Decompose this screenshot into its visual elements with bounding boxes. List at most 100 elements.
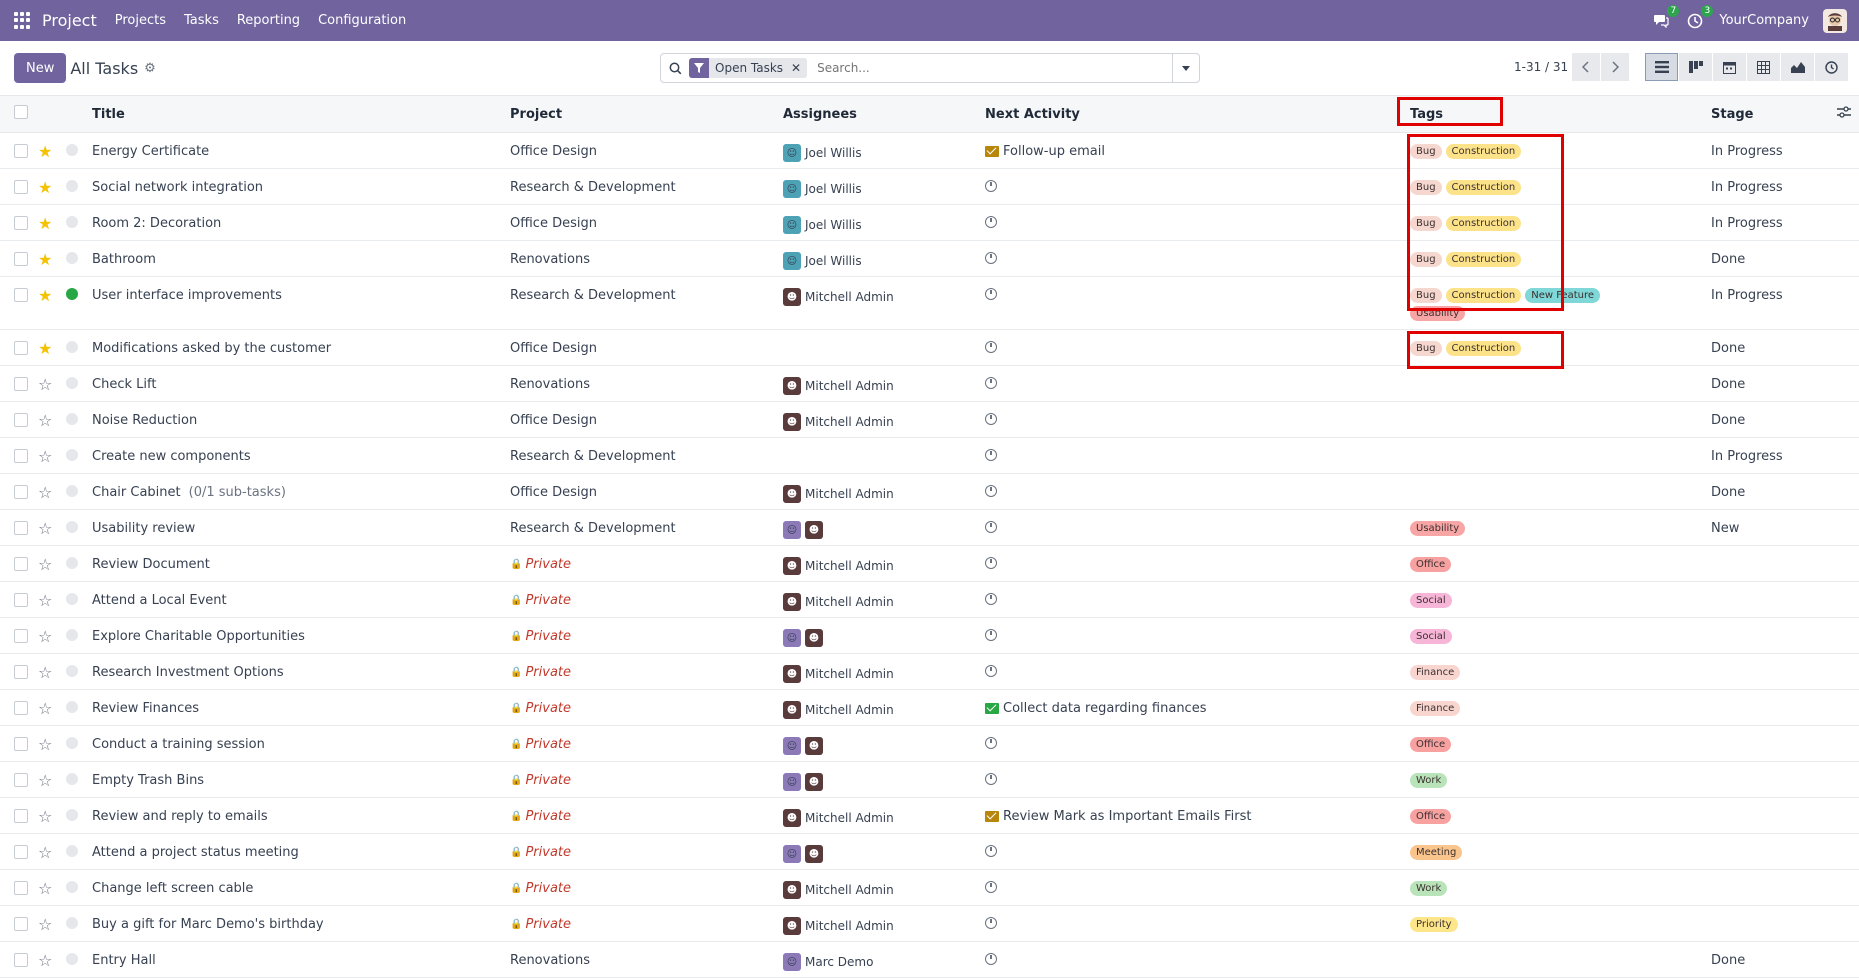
table-row[interactable]: ☆ Usability review Research & Developmen… bbox=[0, 510, 1859, 546]
activity-clock-icon[interactable] bbox=[985, 216, 997, 228]
task-title[interactable]: Room 2: Decoration bbox=[92, 216, 221, 231]
assignee-name[interactable]: Joel Willis bbox=[805, 182, 862, 196]
activity-clock-icon[interactable] bbox=[985, 845, 997, 857]
assignee-avatar[interactable]: ☻ bbox=[805, 521, 823, 539]
activity-clock-icon[interactable] bbox=[985, 288, 997, 300]
star-filled-icon[interactable]: ★ bbox=[38, 178, 52, 197]
project-name[interactable]: Research & Development bbox=[510, 449, 676, 464]
row-checkbox[interactable] bbox=[14, 773, 28, 787]
star-outline-icon[interactable]: ☆ bbox=[38, 951, 52, 970]
table-row[interactable]: ☆ Change left screen cable 🔒 Private ☻ Mit… bbox=[0, 870, 1859, 906]
task-title[interactable]: Modifications asked by the customer bbox=[92, 341, 331, 356]
star-outline-icon[interactable]: ☆ bbox=[38, 555, 52, 574]
table-row[interactable]: ☆ Explore Charitable Opportunities 🔒 Priv… bbox=[0, 618, 1859, 654]
assignee-name[interactable]: Joel Willis bbox=[805, 218, 862, 232]
assignee-name[interactable]: Mitchell Admin bbox=[805, 919, 894, 933]
kanban-view-button[interactable] bbox=[1679, 53, 1713, 81]
assignee-avatar[interactable]: ☺ bbox=[783, 180, 801, 198]
row-checkbox[interactable] bbox=[14, 629, 28, 643]
assignee-name[interactable]: Mitchell Admin bbox=[805, 811, 894, 825]
row-checkbox[interactable] bbox=[14, 144, 28, 158]
star-outline-icon[interactable]: ☆ bbox=[38, 627, 52, 646]
status-dot-icon[interactable] bbox=[66, 881, 78, 893]
activity-clock-icon[interactable] bbox=[985, 953, 997, 965]
assignee-name[interactable]: Mitchell Admin bbox=[805, 415, 894, 429]
star-outline-icon[interactable]: ☆ bbox=[38, 807, 52, 826]
row-checkbox[interactable] bbox=[14, 449, 28, 463]
new-button[interactable]: New bbox=[14, 53, 67, 83]
assignee-avatar[interactable]: ☻ bbox=[783, 593, 801, 611]
activity-clock-icon[interactable] bbox=[985, 449, 997, 461]
activity-clock-icon[interactable] bbox=[985, 377, 997, 389]
status-dot-icon[interactable] bbox=[66, 701, 78, 713]
star-outline-icon[interactable]: ☆ bbox=[38, 447, 52, 466]
table-row[interactable]: ☆ Create new components Research & Devel… bbox=[0, 438, 1859, 474]
activity-clock-icon[interactable] bbox=[985, 252, 997, 264]
pager-previous-button[interactable] bbox=[1572, 53, 1601, 81]
star-outline-icon[interactable]: ☆ bbox=[38, 879, 52, 898]
activity-clock-icon[interactable] bbox=[985, 917, 997, 929]
project-name[interactable]: Research & Development bbox=[510, 521, 676, 536]
star-outline-icon[interactable]: ☆ bbox=[38, 735, 52, 754]
status-dot-icon[interactable] bbox=[66, 593, 78, 605]
row-checkbox[interactable] bbox=[14, 557, 28, 571]
assignee-avatar[interactable]: ☻ bbox=[783, 377, 801, 395]
assignee-name[interactable]: Mitchell Admin bbox=[805, 703, 894, 717]
calendar-view-button[interactable] bbox=[1713, 53, 1747, 81]
stage-value[interactable]: Done bbox=[1711, 341, 1745, 356]
activity-summary[interactable]: Review Mark as Important Emails First bbox=[1003, 809, 1252, 824]
activity-clock-icon[interactable] bbox=[985, 773, 997, 785]
assignee-avatar[interactable]: ☺ bbox=[783, 737, 801, 755]
assignee-avatar[interactable]: ☻ bbox=[783, 809, 801, 827]
table-row[interactable]: ☆ Chair Cabinet (0/1 sub-tasks) Office De… bbox=[0, 474, 1859, 510]
star-outline-icon[interactable]: ☆ bbox=[38, 375, 52, 394]
status-dot-icon[interactable] bbox=[66, 953, 78, 965]
activity-email-icon[interactable] bbox=[985, 703, 999, 714]
graph-view-button[interactable] bbox=[1781, 53, 1815, 81]
star-filled-icon[interactable]: ★ bbox=[38, 214, 52, 233]
assignee-avatar[interactable]: ☺ bbox=[783, 521, 801, 539]
list-view-button[interactable] bbox=[1645, 53, 1679, 81]
star-outline-icon[interactable]: ☆ bbox=[38, 699, 52, 718]
select-all-checkbox[interactable] bbox=[14, 105, 28, 119]
status-dot-icon[interactable] bbox=[66, 737, 78, 749]
row-checkbox[interactable] bbox=[14, 809, 28, 823]
optional-columns-icon[interactable] bbox=[1837, 106, 1851, 122]
project-name[interactable]: Renovations bbox=[510, 252, 590, 267]
task-title[interactable]: Review and reply to emails bbox=[92, 809, 268, 824]
status-dot-icon[interactable] bbox=[66, 845, 78, 857]
table-row[interactable]: ☆ Attend a project status meeting 🔒 Priva… bbox=[0, 834, 1859, 870]
activity-clock-icon[interactable] bbox=[985, 341, 997, 353]
activity-view-button[interactable] bbox=[1815, 53, 1849, 81]
search-options-toggle[interactable] bbox=[1172, 54, 1199, 82]
table-row[interactable]: ☆ Noise Reduction Office Design ☻ Mitchel… bbox=[0, 402, 1859, 438]
task-title[interactable]: Entry Hall bbox=[92, 953, 156, 968]
assignee-avatar[interactable]: ☻ bbox=[783, 485, 801, 503]
row-checkbox[interactable] bbox=[14, 917, 28, 931]
task-title[interactable]: Review Document bbox=[92, 557, 210, 572]
row-checkbox[interactable] bbox=[14, 180, 28, 194]
row-checkbox[interactable] bbox=[14, 881, 28, 895]
activity-clock-icon[interactable] bbox=[985, 180, 997, 192]
task-title[interactable]: Buy a gift for Marc Demo's birthday bbox=[92, 917, 324, 932]
project-name[interactable]: Office Design bbox=[510, 485, 597, 500]
app-grid-icon[interactable] bbox=[14, 11, 32, 30]
project-name[interactable]: Research & Development bbox=[510, 288, 676, 303]
row-checkbox[interactable] bbox=[14, 701, 28, 715]
project-name[interactable]: Office Design bbox=[510, 341, 597, 356]
task-title[interactable]: Usability review bbox=[92, 521, 195, 536]
task-title[interactable]: Attend a project status meeting bbox=[92, 845, 299, 860]
star-outline-icon[interactable]: ☆ bbox=[38, 843, 52, 862]
app-brand[interactable]: Project bbox=[42, 11, 97, 30]
status-dot-icon[interactable] bbox=[66, 557, 78, 569]
task-title[interactable]: Energy Certificate bbox=[92, 144, 209, 159]
status-dot-icon[interactable] bbox=[66, 413, 78, 425]
stage-value[interactable]: Done bbox=[1711, 953, 1745, 968]
user-avatar[interactable] bbox=[1823, 8, 1847, 33]
activity-summary[interactable]: Follow-up email bbox=[1003, 144, 1105, 159]
remove-facet-icon[interactable]: ✕ bbox=[789, 61, 807, 75]
assignee-avatar[interactable]: ☻ bbox=[805, 629, 823, 647]
task-title[interactable]: Noise Reduction bbox=[92, 413, 197, 428]
activity-clock-icon[interactable] bbox=[985, 737, 997, 749]
task-title[interactable]: Create new components bbox=[92, 449, 251, 464]
